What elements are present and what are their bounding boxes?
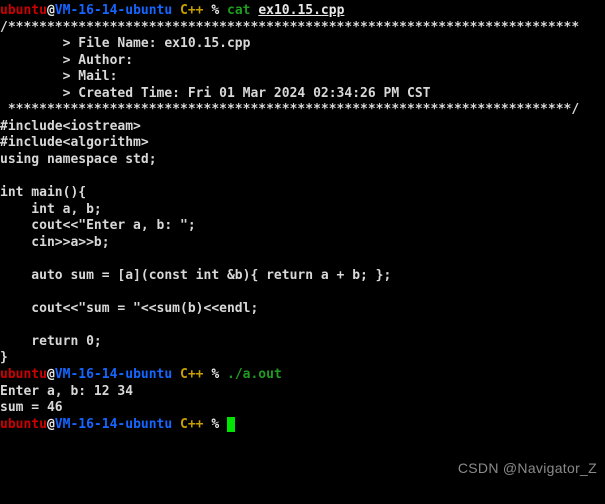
code-line: using namespace std;	[0, 151, 157, 167]
prompt-line-run: ubuntu@VM-16-14-ubuntu C++ % ./a.out	[0, 367, 605, 384]
code-line: int main(){	[0, 185, 87, 201]
terminal-screen: ubuntu@VM-16-14-ubuntu C++ % cat ex10.15…	[0, 3, 605, 433]
prompt-dir: C++	[180, 367, 204, 383]
comment-file-name: > File Name: ex10.15.cpp	[0, 36, 251, 52]
text-cursor[interactable]	[227, 416, 235, 432]
watermark-label: CSDN @Navigator_Z	[457, 460, 597, 476]
prompt-at: @	[46, 3, 55, 18]
comment-header-open: /***************************************…	[0, 19, 580, 35]
output-line-sum: sum = 46	[0, 400, 63, 416]
code-line: #include<iostream>	[0, 118, 141, 134]
terminal-window[interactable]: ubuntu@VM-16-14-ubuntu C++ % cat ex10.15…	[0, 0, 605, 504]
comment-created-time: > Created Time: Fri 01 Mar 2024 02:34:26…	[0, 85, 431, 101]
prompt-host: VM-16-14-ubuntu	[54, 3, 173, 18]
prompt-host: VM-16-14-ubuntu	[54, 416, 173, 432]
prompt-at: @	[46, 416, 55, 432]
prompt-user: ubuntu	[0, 367, 47, 383]
code-line: }	[0, 350, 8, 366]
prompt-space-1	[172, 367, 180, 382]
prompt-line-active[interactable]: ubuntu@VM-16-14-ubuntu C++ %	[0, 416, 605, 434]
prompt-space-1	[172, 417, 180, 432]
prompt-user: ubuntu	[0, 416, 47, 432]
code-line: cin>>a>>b;	[0, 234, 110, 250]
prompt-space-1	[172, 3, 180, 18]
code-line: int a, b;	[0, 201, 102, 217]
prompt-space-3	[219, 3, 227, 18]
prompt-dir: C++	[180, 3, 204, 18]
code-line: cout<<"Enter a, b: ";	[0, 218, 196, 234]
code-line: #include<algorithm>	[0, 135, 149, 151]
comment-header-close: ****************************************…	[0, 102, 580, 118]
code-line: auto sum = [a](const int &b){ return a +…	[0, 267, 392, 283]
command-cat-argument: ex10.15.cpp	[258, 3, 345, 18]
prompt-symbol: %	[211, 3, 220, 18]
prompt-host: VM-16-14-ubuntu	[54, 367, 173, 383]
prompt-user: ubuntu	[0, 3, 47, 18]
code-line: return 0;	[0, 333, 102, 349]
prompt-symbol: %	[211, 416, 220, 432]
prompt-space-3	[219, 417, 227, 432]
prompt-symbol: %	[211, 367, 220, 383]
code-line: cout<<"sum = "<<sum(b)<<endl;	[0, 300, 259, 316]
comment-mail: > Mail:	[0, 69, 126, 85]
output-line-enter: Enter a, b: 12 34	[0, 383, 134, 399]
prompt-space-3	[219, 367, 227, 382]
command-cat: cat	[227, 3, 251, 18]
prompt-dir: C++	[180, 416, 204, 432]
comment-author: > Author:	[0, 52, 141, 68]
prompt-line-cat: ubuntu@VM-16-14-ubuntu C++ % cat ex10.15…	[0, 3, 605, 20]
prompt-at: @	[46, 367, 55, 383]
command-run: ./a.out	[227, 367, 282, 383]
